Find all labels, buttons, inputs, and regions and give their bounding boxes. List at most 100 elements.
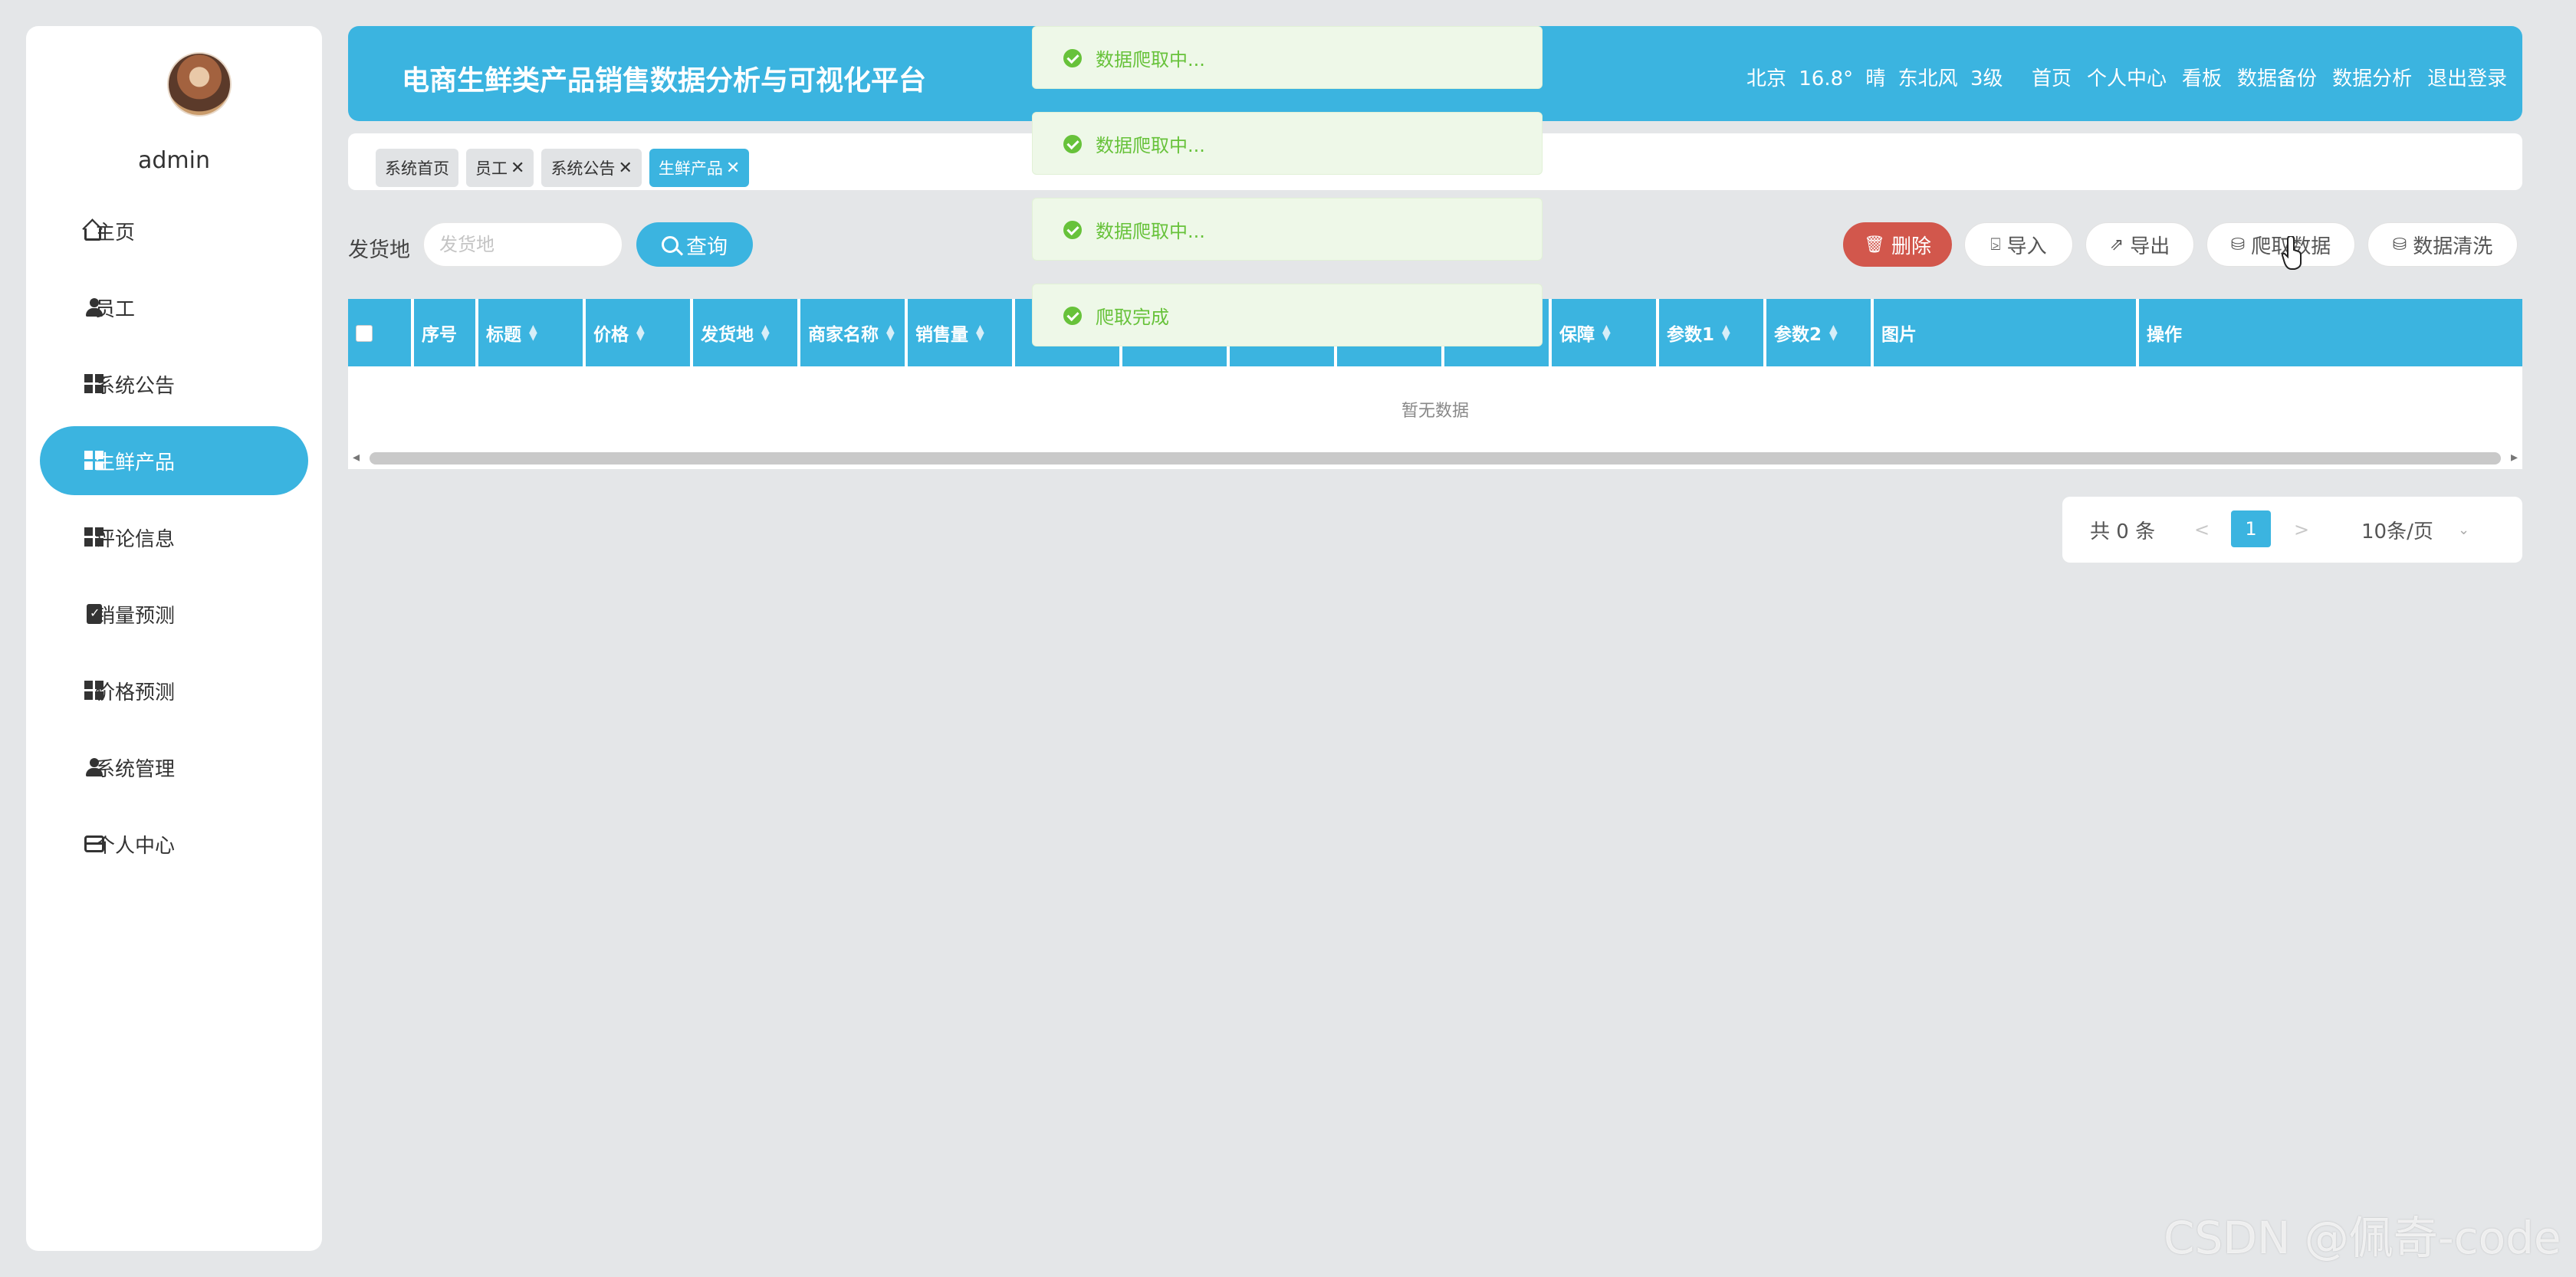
sort-icon[interactable]: ▲ ▼ (1602, 323, 1611, 342)
prev-page-button[interactable]: < (2194, 519, 2210, 540)
username-label: admin (138, 147, 210, 174)
user-icon (84, 297, 104, 317)
watermark: CSDN @佩奇-code (2164, 1212, 2561, 1264)
close-icon[interactable]: ✕ (726, 159, 740, 178)
sort-icon[interactable]: ▲ ▼ (1829, 323, 1838, 342)
avatar[interactable] (167, 52, 232, 117)
check-circle-icon (1063, 221, 1082, 239)
column-header-sortable[interactable]: 发货地 ▲ ▼ (693, 299, 800, 366)
export-button-label: 导出 (2130, 235, 2170, 258)
import-button[interactable]: ⍄ 导入 (1964, 222, 2073, 267)
column-header: 图片 (1874, 299, 2139, 366)
column-header-sortable[interactable]: 保障 ▲ ▼ (1552, 299, 1659, 366)
page-number-button[interactable]: 1 (2231, 510, 2271, 547)
grid-icon (84, 451, 104, 471)
sidebar-item-label: 系统公告 (95, 374, 176, 398)
database-icon: ⛁ (2392, 235, 2407, 254)
tab-announcements[interactable]: 系统公告 ✕ (541, 149, 642, 187)
nav-logout-link[interactable]: 退出登录 (2427, 63, 2507, 91)
tab-label: 系统公告 (550, 159, 616, 178)
column-header: 操作 (2139, 299, 2522, 366)
sort-icon[interactable]: ▲ ▼ (636, 323, 645, 342)
toast-message: 数据爬取中... (1032, 112, 1543, 175)
column-header-sortable[interactable]: 标题 ▲ ▼ (478, 299, 586, 366)
sidebar-item-announcements[interactable]: 系统公告 (40, 350, 308, 419)
trash-icon: 🗑 (1864, 235, 1885, 254)
scrollbar-thumb[interactable] (370, 452, 2501, 465)
nav-profile-link[interactable]: 个人中心 (2087, 63, 2167, 91)
toast-message: 数据爬取中... (1032, 198, 1543, 261)
sidebar-item-price-forecast[interactable]: 价格预测 (40, 656, 308, 725)
sidebar-item-label: 个人中心 (95, 834, 176, 858)
tab-system-home[interactable]: 系统首页 (376, 149, 458, 187)
page-size-select[interactable]: 10条/页 (2361, 516, 2433, 544)
column-header-sortable[interactable]: 参数2 ▲ ▼ (1766, 299, 1874, 366)
delete-button[interactable]: 🗑 删除 (1843, 222, 1952, 267)
tab-fresh-products[interactable]: 生鲜产品 ✕ (649, 149, 750, 187)
nav-home-link[interactable]: 首页 (2032, 63, 2072, 91)
toast-text: 数据爬取中... (1096, 48, 1205, 71)
tab-label: 员工 (475, 159, 508, 178)
clipboard-icon (87, 604, 102, 624)
sort-icon[interactable]: ▲ ▼ (761, 323, 770, 342)
clean-data-button[interactable]: ⛁ 数据清洗 (2367, 222, 2518, 267)
sidebar-item-home[interactable]: 主页 (40, 196, 308, 265)
nav-backup-link[interactable]: 数据备份 (2237, 63, 2317, 91)
sidebar-item-employee[interactable]: 员工 (40, 273, 308, 342)
nav-dashboard-link[interactable]: 看板 (2182, 63, 2222, 91)
sidebar-item-profile[interactable]: 个人中心 (40, 809, 308, 878)
sidebar-item-sales-forecast[interactable]: 销量预测 (40, 579, 308, 648)
query-button-label: 查询 (686, 235, 728, 259)
column-header-sortable[interactable]: 参数1 ▲ ▼ (1659, 299, 1766, 366)
sidebar-menu: 主页 员工 系统公告 生鲜产品 评论信息 销量预测 价格预测 系统管理 (40, 196, 308, 886)
sidebar-item-label: 评论信息 (95, 527, 176, 551)
scroll-right-icon[interactable]: ▸ (2511, 449, 2518, 465)
column-header-label: 参数1 (1667, 325, 1715, 345)
close-icon[interactable]: ✕ (511, 159, 524, 178)
nav-analysis-link[interactable]: 数据分析 (2332, 63, 2412, 91)
sort-icon[interactable]: ▲ ▼ (976, 323, 984, 342)
toast-message: 数据爬取中... (1032, 26, 1543, 89)
tab-label: 生鲜产品 (658, 159, 723, 178)
sort-icon[interactable]: ▲ ▼ (529, 323, 537, 342)
sort-icon[interactable]: ▲ ▼ (1722, 323, 1730, 342)
import-icon: ⍄ (1990, 235, 2001, 254)
search-input[interactable] (423, 222, 623, 267)
sidebar-item-fresh-products[interactable]: 生鲜产品 (40, 426, 308, 495)
export-button[interactable]: ⇗ 导出 (2085, 222, 2194, 267)
delete-button-label: 删除 (1891, 235, 1931, 258)
table-body: 暂无数据 (348, 366, 2522, 448)
tab-list: 系统首页 员工 ✕ 系统公告 ✕ 生鲜产品 ✕ (376, 149, 750, 187)
column-header-sortable[interactable]: 价格 ▲ ▼ (586, 299, 693, 366)
column-header-label: 价格 (593, 325, 629, 345)
horizontal-scrollbar[interactable]: ◂ ▸ (348, 448, 2522, 469)
pagination: 共 0 条 < 1 > 10条/页 ⌄ (2062, 497, 2522, 563)
column-header-sortable[interactable]: 销售量 ▲ ▼ (908, 299, 1015, 366)
sidebar-item-label: 销量预测 (95, 604, 176, 628)
column-header-label: 参数2 (1774, 325, 1822, 345)
toast-text: 数据爬取中... (1096, 220, 1205, 242)
column-header: 序号 (414, 299, 478, 366)
next-page-button[interactable]: > (2294, 519, 2309, 540)
crawl-data-button[interactable]: ⛁ 爬取数据 (2206, 222, 2355, 267)
search-icon (662, 236, 678, 253)
scroll-left-icon[interactable]: ◂ (353, 449, 360, 465)
column-header-sortable[interactable]: 商家名称 ▲ ▼ (800, 299, 908, 366)
database-icon: ⛁ (2230, 235, 2246, 254)
select-all-checkbox[interactable] (356, 325, 373, 342)
tab-employee[interactable]: 员工 ✕ (466, 149, 534, 187)
close-icon[interactable]: ✕ (618, 159, 632, 178)
chevron-down-icon[interactable]: ⌄ (2458, 522, 2469, 538)
grid-icon (84, 527, 104, 547)
pagination-total: 共 0 条 (2090, 520, 2156, 543)
sidebar-item-system-management[interactable]: 系统管理 (40, 733, 308, 802)
column-header-label: 销售量 (915, 325, 968, 345)
query-button[interactable]: 查询 (636, 222, 753, 267)
column-header-label: 操作 (2147, 325, 2182, 345)
sidebar-item-comments[interactable]: 评论信息 (40, 503, 308, 572)
card-icon (84, 835, 104, 852)
sort-icon[interactable]: ▲ ▼ (886, 323, 895, 342)
sidebar-item-label: 价格预测 (95, 681, 176, 704)
column-header-label: 图片 (1881, 325, 1917, 345)
empty-state-text: 暂无数据 (1401, 402, 1469, 421)
